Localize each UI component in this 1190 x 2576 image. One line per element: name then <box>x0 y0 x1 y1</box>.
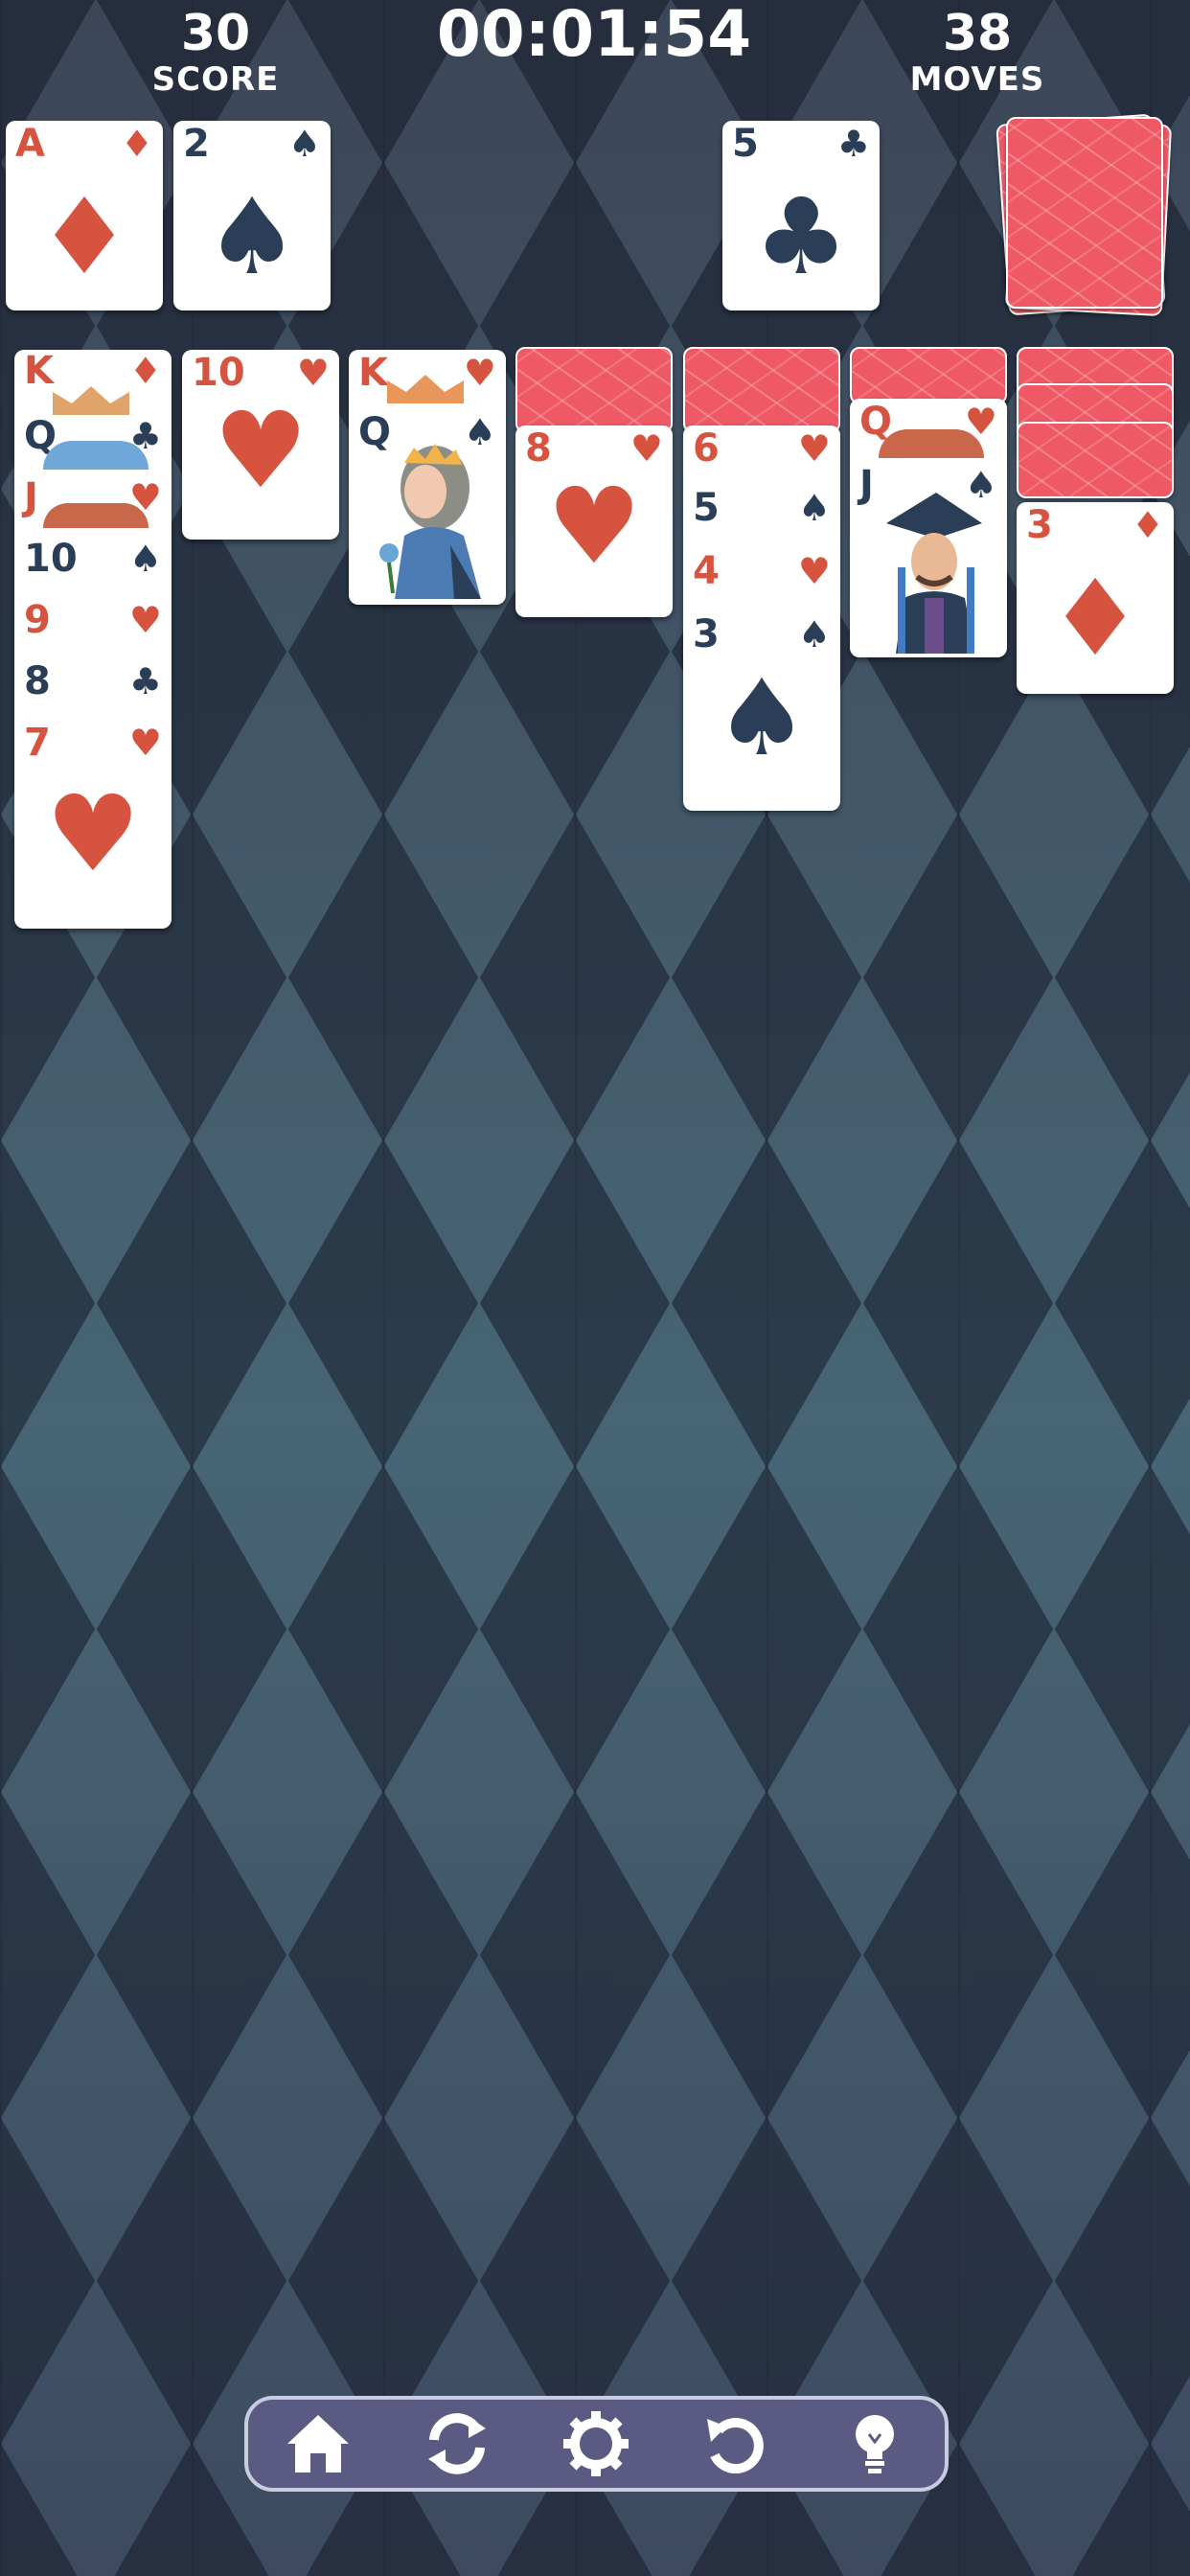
settings-button[interactable] <box>550 2400 642 2488</box>
waste-card[interactable]: 5 ♣ ♣ <box>722 121 880 310</box>
king-crown-icon <box>387 375 464 403</box>
card-rank: 8 <box>525 426 552 471</box>
card-suit: ♦ <box>128 350 162 392</box>
card[interactable]: 3 ♦ ♦ <box>1017 502 1174 694</box>
foundation-pile-2[interactable]: 2 ♠ ♠ <box>173 121 331 310</box>
stock-pile[interactable] <box>995 109 1184 326</box>
card-suit: ♥ <box>128 722 162 764</box>
timer: 00:01:54 <box>436 0 752 71</box>
foundation-pile-1[interactable]: A ♦ ♦ <box>6 121 163 310</box>
score-label: SCORE <box>151 60 280 99</box>
settings-icon <box>563 2411 629 2476</box>
queen-headdress-icon <box>43 441 149 470</box>
spade-icon: ♠ <box>714 656 810 779</box>
card-rank: 9 <box>24 598 51 642</box>
queen-portrait-icon <box>379 444 481 599</box>
card-rank: K <box>24 350 54 393</box>
card-stack[interactable]: 6 ♥ 5 ♠ 4 ♥ 3 ♠ ♠ <box>683 426 840 811</box>
bottom-toolbar <box>244 2396 949 2492</box>
card-suit: ♠ <box>128 538 162 580</box>
card-rank: 4 <box>693 549 720 593</box>
card[interactable]: 10 ♥ ♥ <box>182 350 339 540</box>
card-back <box>1017 422 1174 498</box>
card-suit: ♦ <box>1131 504 1164 546</box>
card-rank: 6 <box>693 426 720 471</box>
card-rank: 5 <box>693 486 720 530</box>
moves-label: MOVES <box>909 60 1045 99</box>
new-game-button[interactable] <box>411 2400 503 2488</box>
card-back <box>1006 117 1163 309</box>
undo-button[interactable] <box>690 2400 782 2488</box>
diamond-icon: ♦ <box>1047 557 1143 679</box>
card-back <box>683 347 840 433</box>
card-rank: J <box>24 475 38 519</box>
card-suit: ♠ <box>287 123 321 165</box>
queen-headdress-icon <box>879 429 984 458</box>
score-display: 30 SCORE <box>144 6 287 98</box>
home-icon <box>286 2415 349 2472</box>
king-crown-icon <box>53 386 129 415</box>
card-stack[interactable]: Q ♥ J ♠ <box>850 399 1007 657</box>
undo-icon <box>706 2418 764 2474</box>
card-back <box>850 347 1007 404</box>
card-suit: ♥ <box>797 427 831 470</box>
card-suit: ♠ <box>797 613 831 656</box>
club-icon: ♣ <box>753 175 849 298</box>
card-stack[interactable]: K ♥ Q ♠ <box>349 350 506 605</box>
spade-icon: ♠ <box>204 175 300 298</box>
moves-value: 38 <box>942 5 1013 62</box>
jack-portrait-icon <box>886 493 982 654</box>
moves-display: 38 MOVES <box>905 6 1049 98</box>
hint-icon <box>856 2415 895 2473</box>
card-suit: ♥ <box>128 599 162 641</box>
card-rank: 5 <box>732 122 759 166</box>
card-rank: 10 <box>24 537 78 581</box>
score-value: 30 <box>180 5 251 62</box>
hint-button[interactable] <box>829 2400 921 2488</box>
card-rank: A <box>15 122 45 166</box>
card-rank: 8 <box>24 659 51 703</box>
restart-icon <box>428 2413 487 2474</box>
card-rank: K <box>358 351 388 395</box>
card-suit: ♥ <box>296 352 330 394</box>
card-rank: 3 <box>693 612 720 656</box>
card-back <box>515 347 673 433</box>
card-rank: 10 <box>192 351 245 395</box>
heart-icon: ♥ <box>213 389 309 512</box>
card-suit: ♥ <box>629 427 663 470</box>
card[interactable]: 8 ♥ ♥ <box>515 426 673 617</box>
home-button[interactable] <box>272 2400 364 2488</box>
heart-icon: ♥ <box>546 465 642 587</box>
card-suit: ♣ <box>128 660 162 702</box>
card-suit: ♥ <box>797 550 831 592</box>
card-suit: ♥ <box>463 352 496 394</box>
heart-icon: ♥ <box>45 772 141 895</box>
card-stack[interactable]: K ♦ Q ♣ J ♥ 10 ♠ 9 ♥ 8 ♣ 7 ♥ ♥ <box>14 350 172 929</box>
card-rank: 3 <box>1026 503 1053 547</box>
jack-hat-icon <box>43 503 149 528</box>
card-rank: 2 <box>183 122 210 166</box>
hud: 30 SCORE 00:01:54 38 MOVES <box>0 0 1190 115</box>
card-suit: ♦ <box>120 123 153 165</box>
card-rank: 7 <box>24 721 51 765</box>
card-suit: ♣ <box>836 123 870 165</box>
card-suit: ♠ <box>797 487 831 529</box>
diamond-icon: ♦ <box>36 175 132 298</box>
